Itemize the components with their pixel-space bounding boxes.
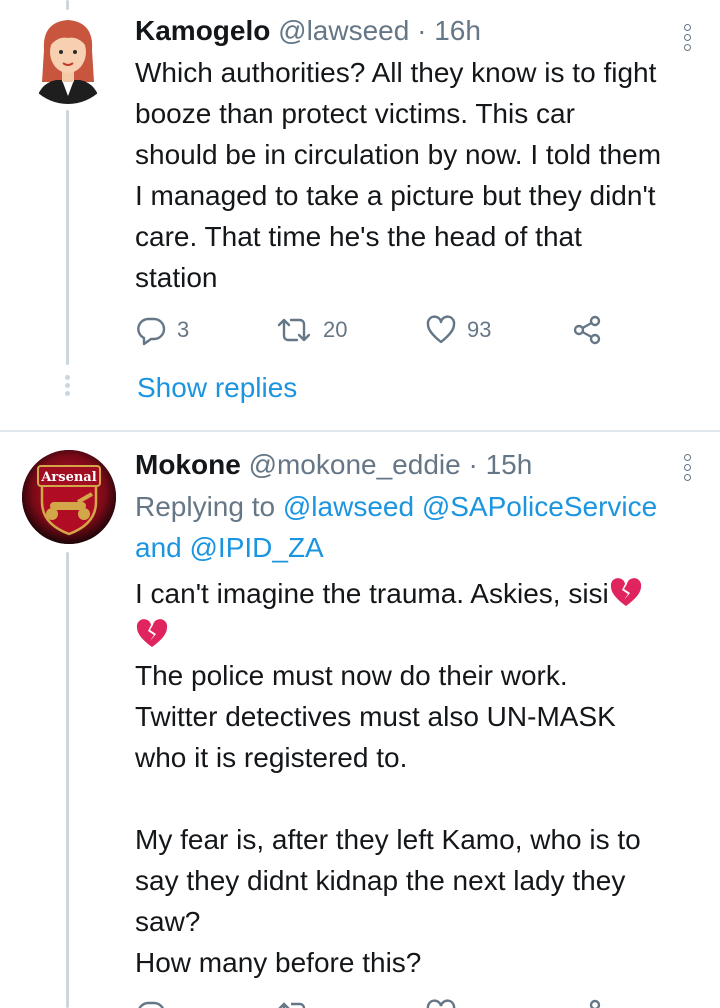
text-line: Twitter detectives must also UN-MASK — [135, 701, 616, 732]
retweet-count: 20 — [323, 317, 348, 342]
timestamp[interactable]: 16h — [434, 15, 481, 46]
display-name[interactable]: Kamogelo — [135, 15, 270, 46]
reply-icon — [138, 1001, 164, 1008]
reply-button[interactable] — [135, 998, 167, 1008]
more-icon[interactable] — [682, 454, 692, 481]
text-line: I can't imagine the trauma. Askies, sisi — [135, 578, 609, 609]
thread-line — [66, 110, 69, 365]
more-icon[interactable] — [682, 24, 692, 51]
retweet-button[interactable] — [275, 998, 313, 1008]
tweet-text: I can't imagine the trauma. Askies, sisi… — [135, 573, 705, 983]
mention-sapoliceservice[interactable]: @SAPoliceService — [422, 491, 657, 522]
replying-and: and — [135, 532, 182, 563]
share-icon — [589, 999, 601, 1008]
mention-ipid-za[interactable]: @IPID_ZA — [190, 532, 324, 563]
display-name[interactable]: Mokone — [135, 449, 241, 480]
timestamp[interactable]: 15h — [486, 449, 533, 480]
reply-count: 3 — [177, 317, 190, 342]
separator: · — [417, 15, 427, 46]
tweet-header: Mokone @mokone_eddie · 15h — [135, 448, 532, 482]
text-line: The police must now do their work. — [135, 660, 568, 691]
broken-heart-emoji — [610, 578, 641, 606]
text-line: care. That time he's the head of that — [135, 221, 582, 252]
text-line: My fear is, after they left Kamo, who is… — [135, 824, 641, 855]
replying-to: Replying to @lawseed @SAPoliceService an… — [135, 486, 705, 568]
share-button[interactable] — [571, 314, 603, 346]
share-button[interactable] — [571, 998, 603, 1008]
text-line: Which authorities? All they know is to f… — [135, 57, 657, 88]
text-line: How many before this? — [135, 947, 422, 978]
text-line: say they didnt kidnap the next lady they — [135, 865, 626, 896]
retweet-icon — [278, 1002, 306, 1008]
text-line: I managed to take a picture but they did… — [135, 180, 656, 211]
thread-ellipsis — [63, 375, 71, 396]
thread-line-top — [66, 0, 69, 10]
like-button[interactable]: 93 — [425, 314, 491, 346]
text-line: saw? — [135, 906, 201, 937]
tweet-header: Kamogelo @lawseed · 16h — [135, 14, 481, 48]
avatar-kamogelo[interactable] — [22, 12, 114, 104]
tweet-mokone[interactable]: Arsenal Mokone @mokone_eddie · 15h Reply… — [0, 432, 720, 1008]
avatar-text: Arsenal — [40, 470, 96, 485]
share-icon — [573, 315, 601, 345]
like-button[interactable] — [425, 998, 457, 1008]
mention-lawseed[interactable]: @lawseed — [283, 491, 414, 522]
tweet-actions — [135, 998, 615, 1008]
show-replies-link[interactable]: Show replies — [137, 372, 297, 404]
tweet-text: Which authorities? All they know is to f… — [135, 52, 705, 298]
retweet-button[interactable]: 20 — [275, 314, 347, 346]
tweet-kamogelo[interactable]: Kamogelo @lawseed · 16h Which authoritie… — [0, 0, 720, 430]
broken-heart-emoji — [136, 619, 168, 647]
avatar-mokone[interactable]: Arsenal — [22, 450, 116, 544]
replying-to-label: Replying to — [135, 491, 276, 522]
text-line: booze than protect victims. This car — [135, 98, 575, 129]
like-icon — [426, 999, 456, 1008]
text-line: station — [135, 262, 218, 293]
text-line: who it is registered to. — [135, 742, 408, 773]
reply-button[interactable]: 3 — [135, 314, 189, 346]
text-line: should be in circulation by now. I told … — [135, 139, 662, 170]
reply-icon — [137, 317, 166, 346]
thread-line — [66, 552, 69, 1008]
like-count: 93 — [467, 317, 492, 342]
user-handle[interactable]: @lawseed — [278, 15, 409, 46]
tweet-actions: 3 20 93 — [135, 314, 615, 350]
user-handle[interactable]: @mokone_eddie — [249, 449, 461, 480]
separator: · — [468, 449, 478, 480]
like-icon — [426, 315, 456, 344]
retweet-icon — [277, 318, 311, 342]
